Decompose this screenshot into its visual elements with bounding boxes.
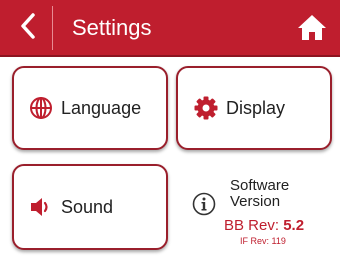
sound-label: Sound bbox=[61, 196, 114, 217]
speaker-icon bbox=[29, 195, 53, 219]
globe-icon bbox=[29, 96, 53, 120]
info-icon bbox=[192, 192, 216, 221]
sound-button[interactable]: Sound bbox=[12, 164, 168, 250]
display-label: Display bbox=[226, 97, 286, 118]
if-rev-text: IF Rev: 119 bbox=[240, 236, 286, 246]
version-line: Version bbox=[230, 193, 281, 210]
bb-rev-value: 5.2 bbox=[283, 217, 305, 234]
header-bar: Settings bbox=[0, 0, 340, 57]
home-button[interactable] bbox=[294, 13, 330, 45]
home-icon bbox=[297, 13, 327, 46]
software-version-title: Software Version bbox=[230, 178, 334, 210]
software-version-panel: Software Version BB Rev: 5.2 IF Rev: 119 bbox=[178, 170, 336, 254]
bb-rev-label: BB Rev: bbox=[224, 217, 280, 234]
language-label: Language bbox=[61, 97, 142, 118]
language-button[interactable]: Language bbox=[12, 66, 168, 150]
software-line: Software bbox=[230, 177, 290, 194]
bb-rev-text: BB Rev: 5.2 bbox=[224, 217, 304, 234]
page-title: Settings bbox=[72, 15, 152, 40]
chevron-left-icon bbox=[18, 12, 38, 45]
display-button[interactable]: Display bbox=[176, 66, 332, 150]
gear-icon bbox=[194, 96, 218, 120]
header-divider bbox=[52, 6, 53, 50]
back-button[interactable] bbox=[10, 12, 46, 44]
